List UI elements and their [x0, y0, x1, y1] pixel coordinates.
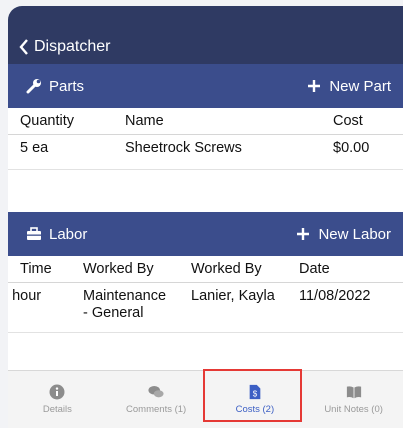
new-part-button[interactable]: New Part — [306, 78, 391, 95]
tab-costs-label: Costs (2) — [235, 404, 275, 415]
parts-section-header: Parts New Part — [8, 64, 403, 108]
plus-icon — [297, 228, 310, 240]
tab-comments-label: Comments (1) — [126, 404, 187, 415]
parts-title-label: Parts — [49, 77, 85, 95]
info-icon — [49, 384, 65, 400]
toolbox-icon — [27, 227, 41, 240]
top-bar: Dispatcher — [8, 6, 403, 64]
tab-comments[interactable]: Comments (1) — [107, 371, 206, 428]
labor-column-headers: Time Worked By Worked By Date — [8, 256, 403, 283]
labor-date: 11/08/2022 — [299, 288, 371, 304]
app-frame: Dispatcher Parts New Part Quantity Name … — [8, 6, 403, 428]
tab-details[interactable]: Details — [8, 371, 107, 428]
new-labor-button[interactable]: New Labor — [295, 226, 391, 243]
parts-title: Parts — [26, 78, 84, 95]
labor-worked-by-2: Lanier, Kayla — [191, 288, 275, 304]
tab-bar: Details Comments (1) $ Costs (2) Unit No… — [8, 370, 403, 428]
plus-icon — [308, 80, 321, 92]
worked-by-line-2: - General — [83, 305, 144, 321]
costs-icon: $ — [249, 384, 261, 400]
col-quantity: Quantity — [20, 113, 74, 129]
col-date: Date — [299, 261, 330, 277]
part-cost: $0.00 — [333, 140, 370, 156]
back-button[interactable]: Dispatcher — [18, 38, 110, 56]
worked-by-line-1: Maintenance — [83, 288, 167, 304]
chevron-left-icon — [19, 39, 28, 55]
spacer — [8, 170, 403, 212]
table-row[interactable]: 1 hour Maintenance - General Lanier, Kay… — [8, 283, 403, 333]
col-worked-by: Worked By — [83, 261, 154, 277]
col-worked-by-2: Worked By — [191, 261, 262, 277]
labor-title: Labor — [26, 226, 87, 243]
labor-title-label: Labor — [49, 225, 88, 243]
book-icon — [346, 386, 361, 399]
part-quantity: 5 ea — [20, 140, 49, 156]
new-labor-label: New Labor — [318, 225, 391, 243]
col-time: Time — [20, 261, 52, 277]
col-name: Name — [125, 113, 164, 129]
wrench-icon — [26, 79, 41, 94]
labor-time: 1 hour — [8, 288, 42, 304]
table-row[interactable]: 5 ea Sheetrock Screws $0.00 — [8, 135, 403, 170]
tab-unit-notes[interactable]: Unit Notes (0) — [304, 371, 403, 428]
tab-costs[interactable]: $ Costs (2) — [206, 371, 305, 428]
labor-worked-by: Maintenance - General — [83, 288, 166, 322]
svg-text:$: $ — [253, 389, 258, 398]
part-name: Sheetrock Screws — [125, 140, 242, 156]
new-part-label: New Part — [329, 77, 391, 95]
back-label: Dispatcher — [34, 38, 111, 55]
tab-details-label: Details — [42, 404, 72, 415]
labor-section-header: Labor New Labor — [8, 212, 403, 256]
col-cost: Cost — [333, 113, 363, 129]
tab-unit-notes-label: Unit Notes (0) — [324, 404, 383, 415]
parts-column-headers: Quantity Name Cost — [8, 108, 403, 135]
comments-icon — [148, 385, 164, 398]
